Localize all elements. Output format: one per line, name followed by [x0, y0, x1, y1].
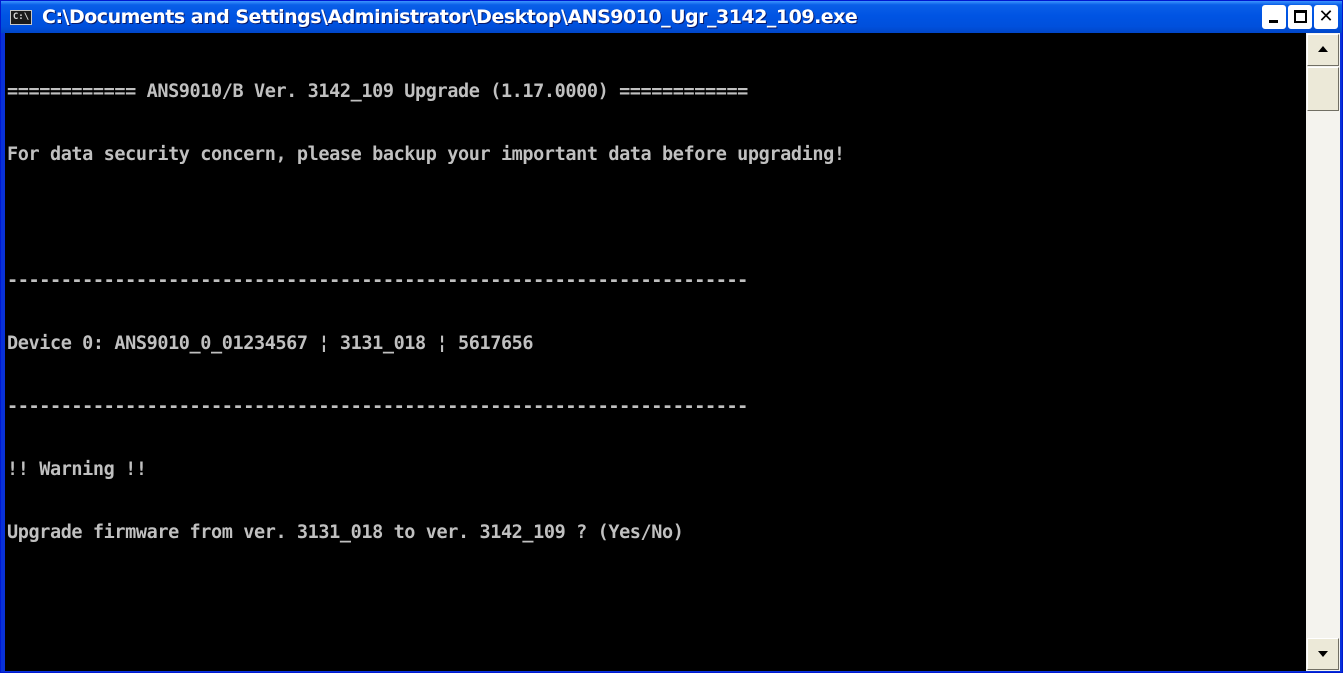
console-icon[interactable]: C:\ [10, 9, 32, 25]
console-line-prompt: Upgrade firmware from ver. 3131_018 to v… [7, 522, 684, 543]
window-title: C:\Documents and Settings\Administrator\… [42, 6, 858, 28]
console-line-warning: !! Warning !! [7, 459, 147, 480]
arrow-up-icon [1318, 46, 1328, 52]
minimize-button[interactable] [1262, 5, 1286, 29]
close-button[interactable]: ✕ [1314, 5, 1338, 29]
console-window: C:\ C:\Documents and Settings\Administra… [0, 0, 1343, 673]
scroll-thumb[interactable] [1307, 67, 1339, 111]
vertical-scrollbar[interactable] [1306, 33, 1340, 671]
window-controls: ✕ [1262, 5, 1338, 29]
console-output[interactable]: ============ ANS9010/B Ver. 3142_109 Upg… [5, 33, 1306, 671]
console-text: ============ ANS9010/B Ver. 3142_109 Upg… [7, 39, 845, 585]
console-line-separator: ----------------------------------------… [7, 396, 748, 417]
scroll-down-button[interactable] [1307, 638, 1339, 670]
scroll-up-button[interactable] [1307, 34, 1339, 66]
maximize-icon [1294, 10, 1307, 23]
close-icon: ✕ [1318, 6, 1334, 27]
console-line-blank [7, 207, 845, 228]
console-line-device: Device 0: ANS9010_0_01234567 ¦ 3131_018 … [7, 333, 534, 354]
console-line-header: ============ ANS9010/B Ver. 3142_109 Upg… [7, 81, 748, 102]
console-line-backup-notice: For data security concern, please backup… [7, 144, 845, 165]
title-bar[interactable]: C:\ C:\Documents and Settings\Administra… [1, 1, 1342, 33]
console-line-separator: ----------------------------------------… [7, 270, 748, 291]
maximize-button[interactable] [1288, 5, 1312, 29]
minimize-icon [1269, 20, 1278, 23]
arrow-down-icon [1318, 651, 1328, 657]
